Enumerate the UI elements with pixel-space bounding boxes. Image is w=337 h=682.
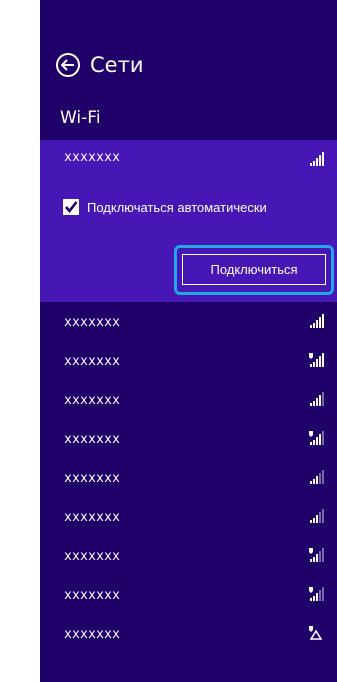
network-list-item[interactable]: xxxxxxx [40,575,337,614]
connect-button[interactable]: Подключиться [182,254,326,285]
network-name: xxxxxxx [64,393,121,408]
selected-network[interactable]: xxxxxxx Подключаться автоматически Подкл… [40,140,337,302]
secured-signal-icon [308,431,324,445]
secured-signal-icon [308,353,324,367]
shared-network-icon [308,626,324,640]
panel-header: Сети [56,48,143,82]
page-title: Сети [90,53,144,77]
network-name: xxxxxxx [64,510,121,525]
network-name: xxxxxxx [64,627,121,642]
back-arrow-icon[interactable] [56,53,80,77]
secured-signal-icon [308,587,324,601]
network-list-item[interactable]: xxxxxxx [40,419,337,458]
signal-strength-icon [308,152,324,166]
network-name: xxxxxxx [64,354,121,369]
auto-connect-row[interactable]: Подключаться автоматически [63,199,267,215]
network-list-item[interactable]: xxxxxxx [40,341,337,380]
secured-signal-icon [308,548,324,562]
signal-strength-icon [308,314,324,328]
signal-strength-icon [308,509,324,523]
network-name: xxxxxxx [64,150,121,165]
network-name: xxxxxxx [64,432,121,447]
network-list-item[interactable]: xxxxxxx [40,536,337,575]
auto-connect-label: Подключаться автоматически [87,199,267,215]
network-list-item[interactable]: xxxxxxx [40,380,337,419]
auto-connect-checkbox[interactable] [63,199,79,215]
signal-strength-icon [308,470,324,484]
network-list-item[interactable]: xxxxxxx [40,497,337,536]
wifi-section-label: Wi-Fi [60,108,101,128]
network-list-item[interactable]: xxxxxxx [40,614,337,653]
network-name: xxxxxxx [64,588,121,603]
signal-strength-icon [308,392,324,406]
network-name: xxxxxxx [64,471,121,486]
network-name: xxxxxxx [64,315,121,330]
network-list: xxxxxxx xxxxxxx xxxxxxx xxxxxxx xxxxxxx xxxxx… [40,302,337,653]
network-list-item[interactable]: xxxxxxx [40,458,337,497]
network-name: xxxxxxx [64,549,121,564]
networks-panel: Сети Wi-Fi xxxxxxx Подключаться автомати… [40,0,337,682]
network-list-item[interactable]: xxxxxxx [40,302,337,341]
